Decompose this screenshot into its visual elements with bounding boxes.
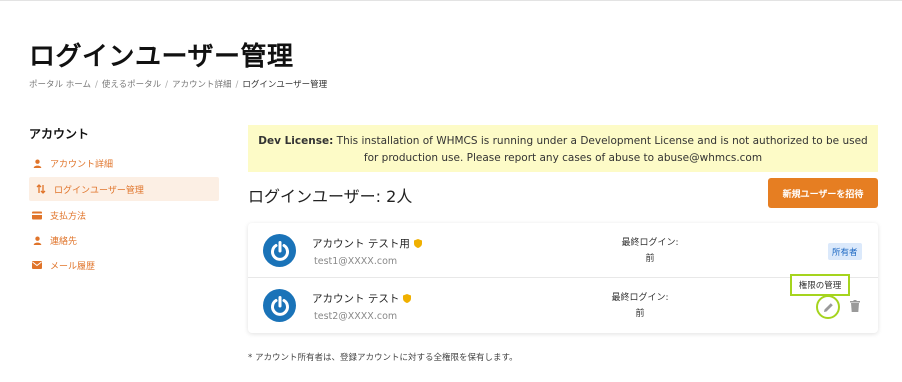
- breadcrumb-separator: /: [94, 80, 98, 90]
- banner-title: Dev License:: [258, 135, 334, 147]
- shield-icon: [413, 239, 422, 248]
- sidebar-item-login-users[interactable]: ログインユーザー管理: [29, 177, 219, 201]
- edit-permissions-button[interactable]: [816, 295, 840, 319]
- list-item: アカウント テスト test2@XXXX.com 最終ログイン: 前: [248, 278, 878, 333]
- pencil-icon: [823, 298, 834, 317]
- user-icon: [32, 158, 42, 168]
- breadcrumb-item-portal[interactable]: 使えるポータル: [102, 80, 161, 90]
- sidebar-item-payment-methods[interactable]: 支払方法: [29, 203, 219, 227]
- users-count-title: ログインユーザー: 2人: [248, 187, 413, 206]
- user-email: test1@XXXX.com: [314, 256, 398, 267]
- sidebar-item-account-details[interactable]: アカウント詳細: [29, 151, 219, 175]
- last-login-label: 最終ログイン:: [611, 293, 669, 303]
- dev-license-banner: Dev License: This installation of WHMCS …: [248, 125, 878, 172]
- user-icon: [32, 235, 42, 245]
- last-login-value: 前: [635, 309, 645, 319]
- sidebar-item-label: 支払方法: [50, 211, 87, 222]
- sidebar-item-label: メール履歴: [50, 261, 96, 272]
- owner-badge: 所有者: [828, 243, 862, 260]
- user-name: アカウント テスト: [312, 291, 412, 306]
- sidebar-item-email-history[interactable]: メール履歴: [29, 253, 219, 277]
- breadcrumb-item-account-details[interactable]: アカウント詳細: [172, 80, 232, 90]
- envelope-icon: [32, 260, 42, 270]
- page-title: ログインユーザー管理: [29, 42, 294, 72]
- last-login: 最終ログイン: 前: [600, 290, 680, 322]
- delete-user-button[interactable]: [849, 299, 861, 313]
- power-logo-avatar: [263, 289, 296, 322]
- user-name: アカウント テスト用: [312, 236, 422, 251]
- sidebar-item-contacts[interactable]: 連絡先: [29, 228, 219, 252]
- sidebar-item-label: 連絡先: [50, 236, 78, 247]
- banner-text-line1: This installation of WHMCS is running un…: [333, 135, 868, 147]
- breadcrumb-item-current: ログインユーザー管理: [242, 80, 328, 90]
- breadcrumb-separator: /: [235, 80, 239, 90]
- breadcrumb: ポータル ホーム / 使えるポータル / アカウント詳細 / ログインユーザー管理: [29, 78, 327, 90]
- swap-arrows-icon: [36, 184, 46, 194]
- trash-icon: [850, 297, 860, 316]
- power-logo-avatar: [263, 234, 296, 267]
- owner-footnote: * アカウント所有者は、登録アカウントに対する全権限を保有します。: [248, 353, 518, 363]
- sidebar-item-label: アカウント詳細: [50, 159, 114, 170]
- invite-user-button[interactable]: 新規ユーザーを招待: [768, 178, 878, 208]
- breadcrumb-separator: /: [165, 80, 168, 90]
- sidebar-item-label: ログインユーザー管理: [54, 185, 144, 196]
- last-login-value: 前: [645, 254, 655, 264]
- last-login-label: 最終ログイン:: [621, 238, 679, 248]
- breadcrumb-item-portal-home[interactable]: ポータル ホーム: [29, 80, 91, 90]
- last-login: 最終ログイン: 前: [610, 235, 690, 267]
- user-email: test2@XXXX.com: [314, 311, 398, 322]
- shield-icon: [403, 294, 412, 303]
- sidebar-title: アカウント: [29, 127, 90, 141]
- manage-permissions-label: 権限の管理: [790, 274, 850, 296]
- users-list-card: アカウント テスト用 test1@XXXX.com 最終ログイン: 前 所有者 …: [248, 223, 878, 333]
- top-border: [0, 0, 902, 3]
- credit-card-icon: [32, 210, 42, 220]
- banner-text-line2: for production use. Please report any ca…: [363, 152, 763, 164]
- list-item: アカウント テスト用 test1@XXXX.com 最終ログイン: 前 所有者: [248, 223, 878, 278]
